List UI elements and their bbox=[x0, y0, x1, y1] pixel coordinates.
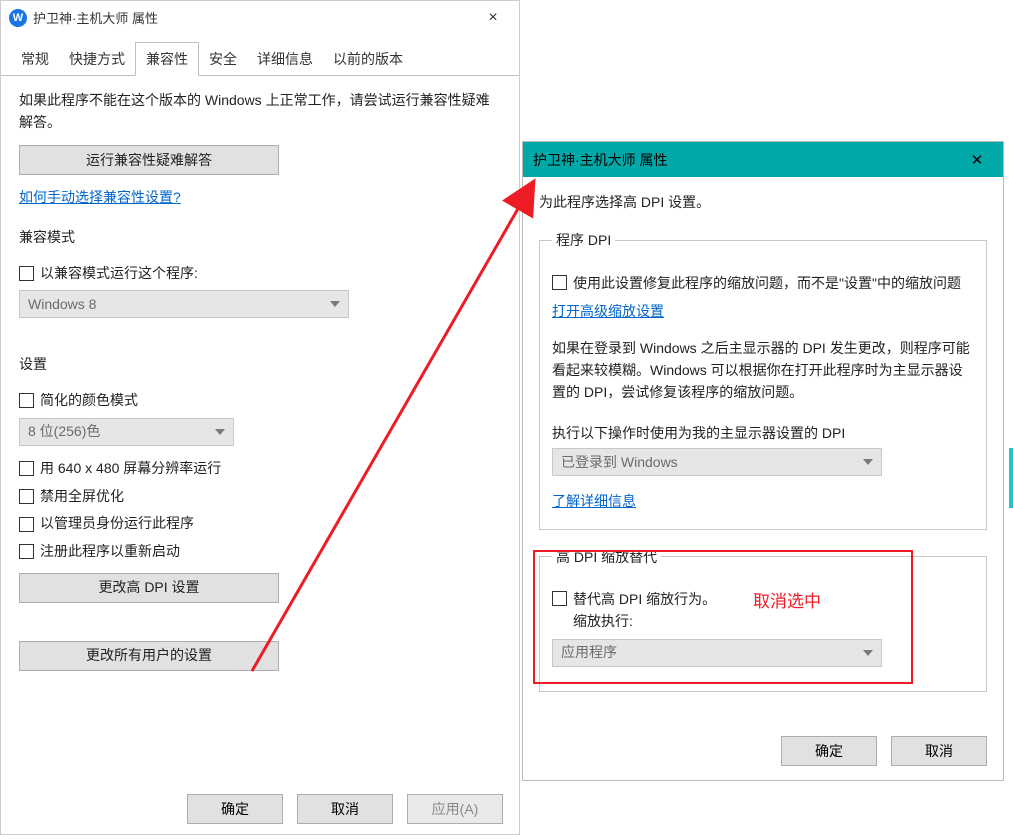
app-icon: W bbox=[9, 9, 27, 27]
checkbox-label: 禁用全屏优化 bbox=[40, 486, 124, 508]
chevron-down-icon bbox=[863, 650, 873, 656]
chevron-down-icon bbox=[330, 301, 340, 307]
close-icon[interactable]: × bbox=[471, 3, 515, 33]
checkbox-label: 注册此程序以重新启动 bbox=[40, 541, 180, 563]
group-legend: 兼容模式 bbox=[19, 227, 75, 249]
tab-content: 如果此程序不能在这个版本的 Windows 上正常工作，请尝试运行兼容性疑难解答… bbox=[1, 76, 519, 693]
when-combo[interactable]: 已登录到 Windows bbox=[552, 448, 882, 476]
change-all-users-button[interactable]: 更改所有用户的设置 bbox=[19, 641, 279, 671]
tab-security[interactable]: 安全 bbox=[199, 43, 247, 75]
checkbox-icon bbox=[19, 461, 34, 476]
checkbox-label: 以兼容模式运行这个程序: bbox=[40, 263, 198, 285]
tab-previous-versions[interactable]: 以前的版本 bbox=[323, 43, 413, 75]
explain-text: 如果在登录到 Windows 之后主显示器的 DPI 发生更改，则程序可能看起来… bbox=[552, 337, 974, 404]
window-title: 护卫神·主机大师 属性 bbox=[533, 150, 668, 170]
decorative-edge bbox=[1009, 448, 1013, 508]
checkbox-icon bbox=[552, 275, 567, 290]
compat-mode-combo[interactable]: Windows 8 bbox=[19, 290, 349, 318]
group-compat-mode: 兼容模式 以兼容模式运行这个程序: Windows 8 bbox=[19, 227, 501, 330]
properties-window-compatibility: W 护卫神·主机大师 属性 × 常规 快捷方式 兼容性 安全 详细信息 以前的版… bbox=[0, 0, 520, 835]
run-troubleshooter-button[interactable]: 运行兼容性疑难解答 bbox=[19, 145, 279, 175]
change-high-dpi-button[interactable]: 更改高 DPI 设置 bbox=[19, 573, 279, 603]
combo-value: 已登录到 Windows bbox=[561, 451, 678, 473]
checkbox-icon bbox=[19, 266, 34, 281]
tab-general[interactable]: 常规 bbox=[11, 43, 59, 75]
window-title: 护卫神·主机大师 属性 bbox=[33, 8, 158, 27]
tab-shortcut[interactable]: 快捷方式 bbox=[59, 43, 135, 75]
high-dpi-settings-window: 护卫神·主机大师 属性 ✕ 为此程序选择高 DPI 设置。 程序 DPI 使用此… bbox=[522, 141, 1004, 781]
override-label-line2: 缩放执行: bbox=[573, 613, 633, 629]
close-icon[interactable]: ✕ bbox=[957, 145, 997, 175]
cancel-button[interactable]: 取消 bbox=[297, 794, 393, 824]
when-label: 执行以下操作时使用为我的主显示器设置的 DPI bbox=[552, 422, 974, 444]
run-as-admin-checkbox[interactable]: 以管理员身份运行此程序 bbox=[19, 513, 501, 535]
combo-value: Windows 8 bbox=[28, 294, 96, 316]
group-program-dpi: 程序 DPI 使用此设置修复此程序的缩放问题，而不是"设置"中的缩放问题 打开高… bbox=[539, 229, 987, 529]
low-res-checkbox[interactable]: 用 640 x 480 屏幕分辨率运行 bbox=[19, 458, 501, 480]
apply-button[interactable]: 应用(A) bbox=[407, 794, 503, 824]
group-dpi-override: 高 DPI 缩放替代 取消选中 替代高 DPI 缩放行为。 缩放执行: 应用程序 bbox=[539, 546, 987, 692]
checkbox-label: 替代高 DPI 缩放行为。 缩放执行: bbox=[573, 588, 716, 633]
override-combo[interactable]: 应用程序 bbox=[552, 639, 882, 667]
run-compat-mode-checkbox[interactable]: 以兼容模式运行这个程序: bbox=[19, 263, 501, 285]
ok-button[interactable]: 确定 bbox=[187, 794, 283, 824]
dialog-footer: 确定 取消 bbox=[781, 736, 987, 766]
annotation-text: 取消选中 bbox=[753, 588, 821, 615]
tab-details[interactable]: 详细信息 bbox=[247, 43, 323, 75]
combo-value: 应用程序 bbox=[561, 641, 617, 663]
combo-value: 8 位(256)色 bbox=[28, 421, 100, 443]
dialog-footer: 确定 取消 应用(A) bbox=[187, 794, 503, 824]
use-fix-checkbox[interactable]: 使用此设置修复此程序的缩放问题，而不是"设置"中的缩放问题 bbox=[552, 272, 974, 294]
group-legend: 程序 DPI bbox=[552, 229, 615, 251]
disable-fullscreen-checkbox[interactable]: 禁用全屏优化 bbox=[19, 486, 501, 508]
tab-strip: 常规 快捷方式 兼容性 安全 详细信息 以前的版本 bbox=[1, 34, 519, 76]
color-mode-combo[interactable]: 8 位(256)色 bbox=[19, 418, 234, 446]
titlebar[interactable]: W 护卫神·主机大师 属性 × bbox=[1, 1, 519, 34]
checkbox-icon bbox=[19, 489, 34, 504]
override-label-line1: 替代高 DPI 缩放行为。 bbox=[573, 591, 716, 607]
content: 为此程序选择高 DPI 设置。 程序 DPI 使用此设置修复此程序的缩放问题，而… bbox=[523, 177, 1003, 702]
titlebar[interactable]: 护卫神·主机大师 属性 ✕ bbox=[523, 142, 1003, 177]
register-restart-checkbox[interactable]: 注册此程序以重新启动 bbox=[19, 541, 501, 563]
checkbox-icon bbox=[19, 393, 34, 408]
cancel-button[interactable]: 取消 bbox=[891, 736, 987, 766]
checkbox-icon bbox=[19, 544, 34, 559]
tab-compatibility[interactable]: 兼容性 bbox=[135, 42, 199, 76]
group-legend: 设置 bbox=[19, 354, 47, 376]
learn-more-link[interactable]: 了解详细信息 bbox=[552, 490, 974, 512]
chevron-down-icon bbox=[863, 459, 873, 465]
checkbox-label: 以管理员身份运行此程序 bbox=[40, 513, 194, 535]
group-legend: 高 DPI 缩放替代 bbox=[552, 546, 661, 568]
reduced-color-checkbox[interactable]: 简化的颜色模式 bbox=[19, 390, 501, 412]
chevron-down-icon bbox=[215, 429, 225, 435]
checkbox-label: 简化的颜色模式 bbox=[40, 390, 138, 412]
group-settings: 设置 简化的颜色模式 8 位(256)色 用 640 x 480 屏幕分辨率运行… bbox=[19, 354, 501, 618]
header-text: 为此程序选择高 DPI 设置。 bbox=[539, 191, 987, 213]
manual-select-link[interactable]: 如何手动选择兼容性设置? bbox=[19, 187, 501, 209]
intro-text: 如果此程序不能在这个版本的 Windows 上正常工作，请尝试运行兼容性疑难解答… bbox=[19, 90, 501, 133]
checkbox-icon bbox=[552, 591, 567, 606]
checkbox-label: 使用此设置修复此程序的缩放问题，而不是"设置"中的缩放问题 bbox=[573, 272, 961, 294]
ok-button[interactable]: 确定 bbox=[781, 736, 877, 766]
advanced-scaling-link[interactable]: 打开高级缩放设置 bbox=[552, 300, 974, 322]
checkbox-label: 用 640 x 480 屏幕分辨率运行 bbox=[40, 458, 221, 480]
checkbox-icon bbox=[19, 517, 34, 532]
